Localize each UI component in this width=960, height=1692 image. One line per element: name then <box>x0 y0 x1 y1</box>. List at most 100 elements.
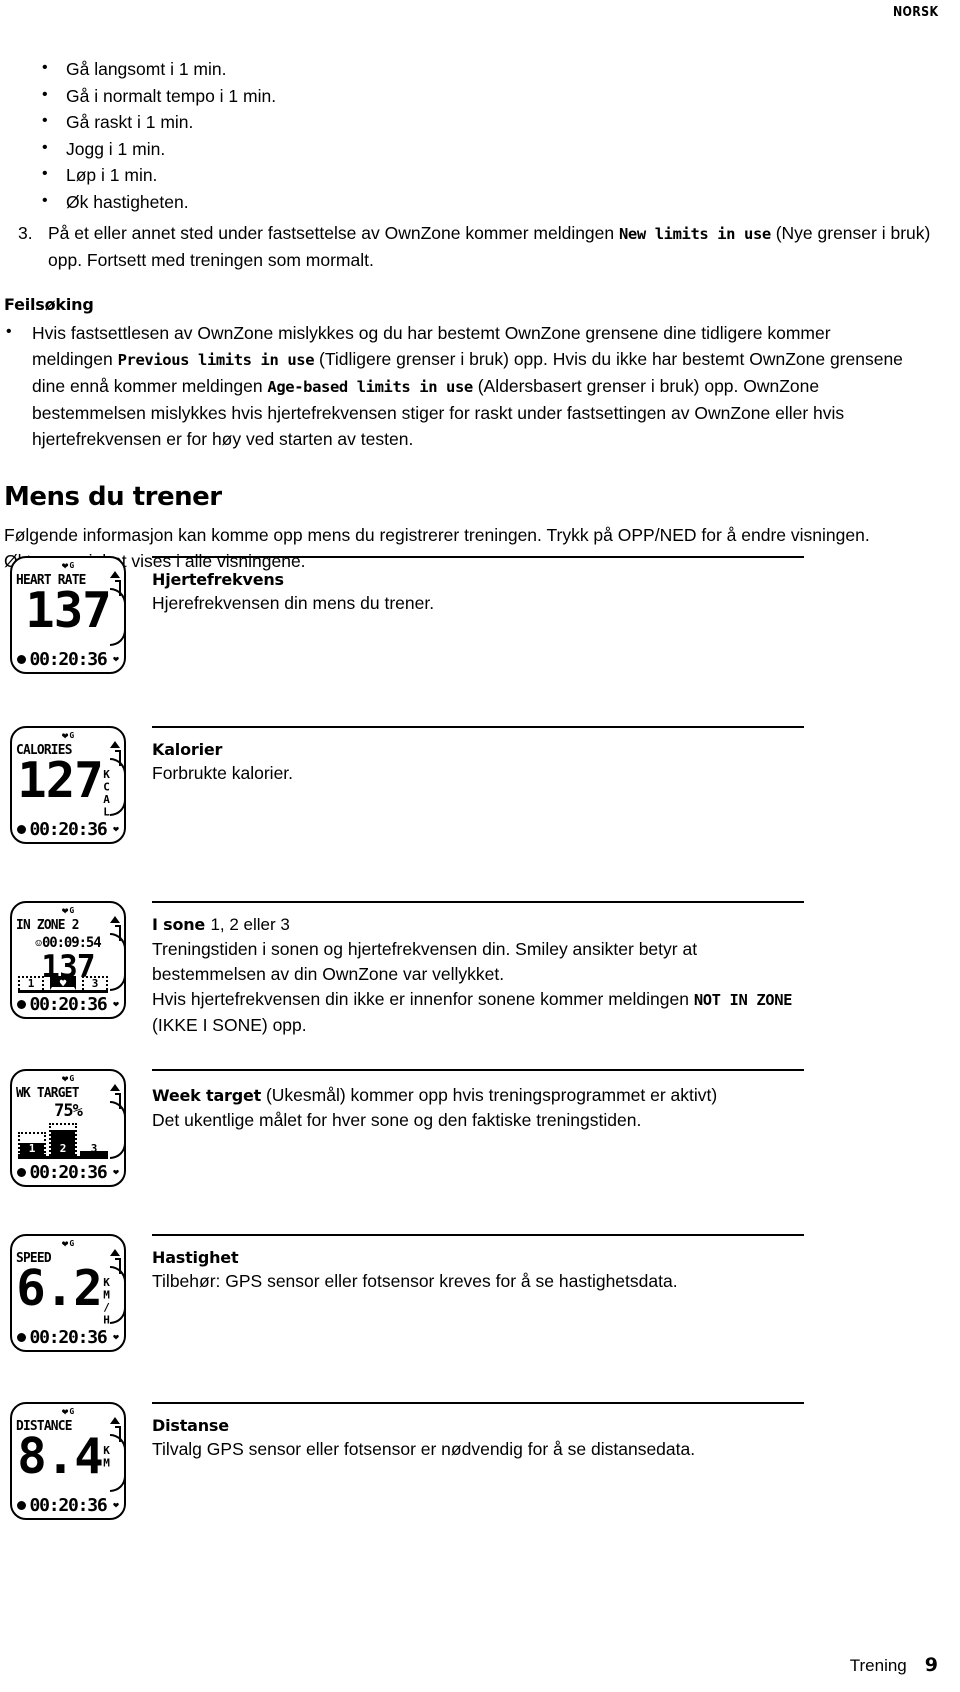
heart-icon: ❤ <box>61 1237 69 1250</box>
watch-display-distance: ❤ G DISTANCE 8.4 KM ❤ 00:20:36 <box>10 1402 126 1520</box>
watch-label: WK TARGET <box>16 1085 79 1101</box>
upper-content: Gå langsomt i 1 min. Gå i normalt tempo … <box>0 55 960 574</box>
heart-icon: ❤ <box>61 1072 69 1085</box>
watch-status-icons: ❤ G <box>12 1237 124 1250</box>
watch-status-icons: ❤ G <box>12 904 124 917</box>
troubleshooting-list: Hvis fastsettlesen av OwnZone mislykkes … <box>0 319 960 452</box>
item-title: Hastighet <box>152 1248 239 1267</box>
device-message-not-in-zone: NOT IN ZONE <box>693 991 793 1009</box>
device-message-new-limits: New limits in use <box>619 225 771 243</box>
text-column: Distanse Tilvalg GPS sensor eller fotsen… <box>152 1402 960 1462</box>
list-item: Gå i normalt tempo i 1 min. <box>38 82 960 110</box>
item-title: Kalorier <box>152 740 223 759</box>
triangle-icon <box>110 1084 120 1091</box>
g-indicator: G <box>69 1074 75 1083</box>
text-column: Week target (Ukesmål) kommer opp hvis tr… <box>152 1069 960 1133</box>
language-header: NORSK <box>892 4 938 20</box>
divider <box>152 1069 804 1071</box>
divider <box>152 901 804 903</box>
zone-segment-2: ♥ <box>50 976 76 990</box>
watch-column: ❤ G DISTANCE 8.4 KM ❤ 00:20:36 <box>0 1402 152 1520</box>
bar-label: 1 <box>28 1142 36 1155</box>
numbered-step-3: 3. På et eller annet sted under fastsett… <box>18 220 938 273</box>
divider <box>152 1402 804 1404</box>
watch-unit: KM <box>100 1444 113 1469</box>
smiley-icon: ☺ <box>35 936 42 950</box>
watch-value: 137 <box>25 582 112 639</box>
zone-segment-3: 3 <box>82 976 108 990</box>
watch-column: ❤ G IN ZONE 2 ☺ 00:09:54 137 1 ♥ 3 ❤ 00:… <box>0 901 152 1019</box>
triangle-icon <box>110 1249 120 1256</box>
list-item: Jogg i 1 min. <box>38 135 960 163</box>
list-item: Gå langsomt i 1 min. <box>38 55 960 83</box>
heart-icon: ❤ <box>61 1405 69 1418</box>
watch-time: 00:20:36 <box>29 649 107 670</box>
text-column: Kalorier Forbrukte kalorier. <box>152 726 960 786</box>
step-text-before: På et eller annet sted under fastsettels… <box>48 223 619 243</box>
list-item: Løp i 1 min. <box>38 161 960 189</box>
heart-icon: ❤ <box>61 559 69 572</box>
watch-display-calories: ❤ G CALORIES 127 KCAL ❤ 00:20:36 <box>10 726 126 844</box>
item-description: Tilvalg GPS sensor eller fotsensor er nø… <box>152 1439 696 1459</box>
watch-time: 00:20:36 <box>29 994 107 1015</box>
page-footer: Trening 9 <box>0 1654 960 1676</box>
watch-column: ❤ G WK TARGET 75% 1 2 3 ❤ 00:20:36 <box>0 1069 152 1187</box>
watch-time: 00:20:36 <box>29 819 107 840</box>
watch-display-heart-rate: ❤ G HEART RATE 137 ❤ 00:20:36 <box>10 556 126 674</box>
device-message-previous-limits: Previous limits in use <box>117 351 315 369</box>
triangle-icon <box>110 741 120 748</box>
bar-label: 3 <box>90 1142 98 1155</box>
watch-status-icons: ❤ G <box>12 1405 124 1418</box>
text-column: Hjertefrekvens Hjerefrekvensen din mens … <box>152 556 960 616</box>
watch-display-week-target: ❤ G WK TARGET 75% 1 2 3 ❤ 00:20:36 <box>10 1069 126 1187</box>
bar-label: 2 <box>59 1142 67 1155</box>
g-indicator: G <box>69 731 75 740</box>
display-row-heart-rate: ❤ G HEART RATE 137 ❤ 00:20:36 Hjertefrek… <box>0 556 960 726</box>
watch-column: ❤ G SPEED 6.2 KM/H ❤ 00:20:36 <box>0 1234 152 1352</box>
device-message-age-based-limits: Age-based limits in use <box>267 378 473 396</box>
watch-display-in-zone: ❤ G IN ZONE 2 ☺ 00:09:54 137 1 ♥ 3 ❤ 00:… <box>10 901 126 1019</box>
watch-time: 00:20:36 <box>29 1495 107 1516</box>
list-item: Hvis fastsettlesen av OwnZone mislykkes … <box>4 319 904 452</box>
bar-zone-3: 3 <box>80 1134 108 1156</box>
watch-unit: KM/H <box>100 1276 113 1326</box>
triangle-icon <box>110 571 120 578</box>
step-number: 3. <box>18 223 33 243</box>
watch-display-speed: ❤ G SPEED 6.2 KM/H ❤ 00:20:36 <box>10 1234 126 1352</box>
item-description: Tilbehør: GPS sensor eller fotsensor kre… <box>152 1271 678 1291</box>
watch-time: 00:20:36 <box>29 1162 107 1183</box>
bar-zone-1: 1 <box>18 1132 46 1156</box>
step-text: På et eller annet sted under fastsettels… <box>48 220 938 273</box>
display-row-speed: ❤ G SPEED 6.2 KM/H ❤ 00:20:36 Hastighet <box>0 1234 960 1402</box>
item-description: Hjerefrekvensen din mens du trener. <box>152 593 435 613</box>
desc2-before: Hvis hjertefrekvensen din ikke er innenf… <box>152 989 694 1009</box>
item-description-2: Hvis hjertefrekvensen din ikke er innenf… <box>152 987 804 1038</box>
display-row-in-zone: ❤ G IN ZONE 2 ☺ 00:09:54 137 1 ♥ 3 ❤ 00:… <box>0 901 960 1069</box>
heart-icon: ❤ <box>61 904 69 917</box>
divider <box>152 556 804 558</box>
exercise-bullet-list: Gå langsomt i 1 min. Gå i normalt tempo … <box>0 55 960 215</box>
divider <box>152 1234 804 1236</box>
watch-status-icons: ❤ G <box>12 1072 124 1085</box>
item-description: Det ukentlige målet for hver sone og den… <box>152 1110 642 1130</box>
g-indicator: G <box>69 1407 75 1416</box>
section-heading-while-training: Mens du trener <box>4 482 222 512</box>
text-column: Hastighet Tilbehør: GPS sensor eller fot… <box>152 1234 960 1294</box>
item-title: I sone 1, 2 eller 3 <box>152 915 804 935</box>
divider <box>152 726 804 728</box>
item-title: Week target (Ukesmål) kommer opp hvis tr… <box>152 1083 804 1108</box>
watch-status-icons: ❤ G <box>12 559 124 572</box>
item-title: Hjertefrekvens <box>152 570 284 589</box>
list-item: Gå raskt i 1 min. <box>38 108 960 136</box>
display-row-week-target: ❤ G WK TARGET 75% 1 2 3 ❤ 00:20:36 Week … <box>0 1069 960 1234</box>
item-title-rest: 1, 2 eller 3 <box>210 915 290 934</box>
watch-column: ❤ G CALORIES 127 KCAL ❤ 00:20:36 <box>0 726 152 844</box>
watch-status-icons: ❤ G <box>12 729 124 742</box>
text-column: I sone 1, 2 eller 3 Treningstiden i sone… <box>152 901 960 1038</box>
item-description-1: Treningstiden i sonen og hjertefrekvense… <box>152 939 698 984</box>
watch-time: 00:20:36 <box>29 1327 107 1348</box>
footer-section-label: Trening <box>849 1656 907 1675</box>
watch-zone-bar-chart: 1 2 3 <box>18 1114 108 1159</box>
display-rows: ❤ G HEART RATE 137 ❤ 00:20:36 Hjertefrek… <box>0 556 960 1562</box>
g-indicator: G <box>69 1239 75 1248</box>
